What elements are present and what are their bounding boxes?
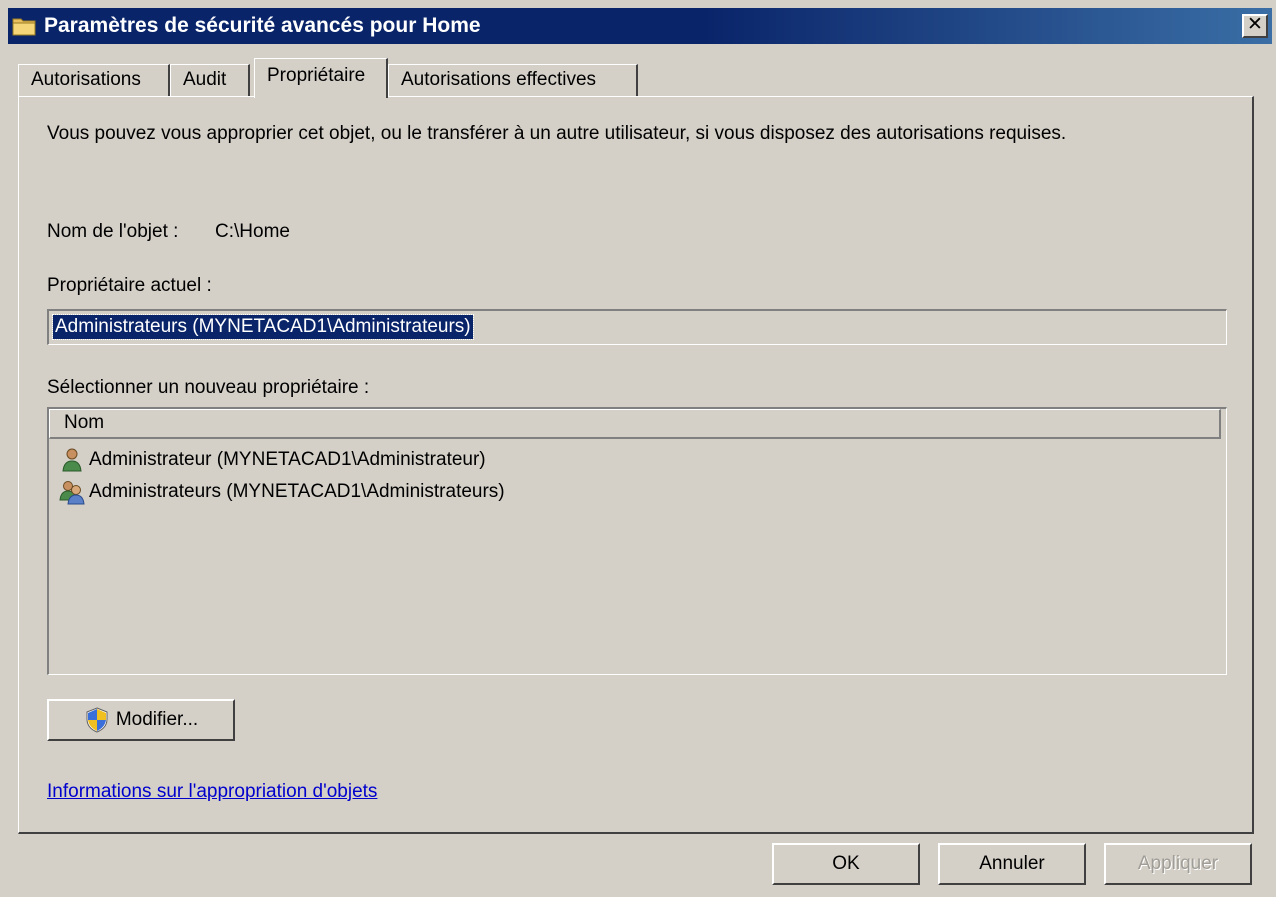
advanced-security-dialog: Paramètres de sécurité avancés pour Home… (0, 0, 1276, 897)
modify-button-label: Modifier... (115, 709, 199, 730)
tab-proprietaire[interactable]: Propriétaire (254, 58, 388, 98)
object-name-value: C:\Home (215, 221, 290, 242)
owner-tab-panel: Vous pouvez vous approprier cet objet, o… (18, 96, 1254, 834)
tab-autorisations-effectives[interactable]: Autorisations effectives (388, 64, 638, 96)
user-icon (62, 448, 82, 472)
tab-autorisations[interactable]: Autorisations (18, 64, 170, 96)
current-owner-field[interactable]: Administrateurs (MYNETACAD1\Administrate… (47, 309, 1227, 345)
list-item-label: Administrateurs (MYNETACAD1\Administrate… (89, 481, 505, 502)
cancel-button[interactable]: Annuler (938, 843, 1086, 885)
folder-icon (12, 18, 36, 36)
close-button[interactable]: ✕ (1242, 14, 1268, 38)
tab-audit[interactable]: Audit (170, 64, 250, 96)
title-bar[interactable]: Paramètres de sécurité avancés pour Home… (8, 8, 1272, 44)
apply-button[interactable]: Appliquer (1104, 843, 1252, 885)
current-owner-value: Administrateurs (MYNETACAD1\Administrate… (52, 314, 474, 340)
ok-button[interactable]: OK (772, 843, 920, 885)
description-text: Vous pouvez vous approprier cet objet, o… (47, 123, 1067, 144)
select-owner-label: Sélectionner un nouveau propriétaire : (47, 377, 370, 398)
modify-button[interactable]: Modifier... (47, 699, 235, 741)
list-item-administrateurs[interactable]: Administrateurs (MYNETACAD1\Administrate… (59, 477, 505, 507)
group-icon (59, 481, 85, 505)
list-item-administrateur[interactable]: Administrateur (MYNETACAD1\Administrateu… (59, 445, 486, 475)
column-header-nom[interactable]: Nom (49, 409, 1221, 439)
window-title: Paramètres de sécurité avancés pour Home (44, 14, 481, 37)
object-name-label: Nom de l'objet : (47, 221, 179, 242)
list-item-label: Administrateur (MYNETACAD1\Administrateu… (89, 449, 486, 470)
new-owner-list[interactable]: Nom Administrateur (MYNETACAD1\Administr… (47, 407, 1227, 675)
uac-shield-icon (86, 707, 108, 733)
current-owner-label: Propriétaire actuel : (47, 275, 212, 296)
ownership-info-link[interactable]: Informations sur l'appropriation d'objet… (47, 781, 377, 803)
